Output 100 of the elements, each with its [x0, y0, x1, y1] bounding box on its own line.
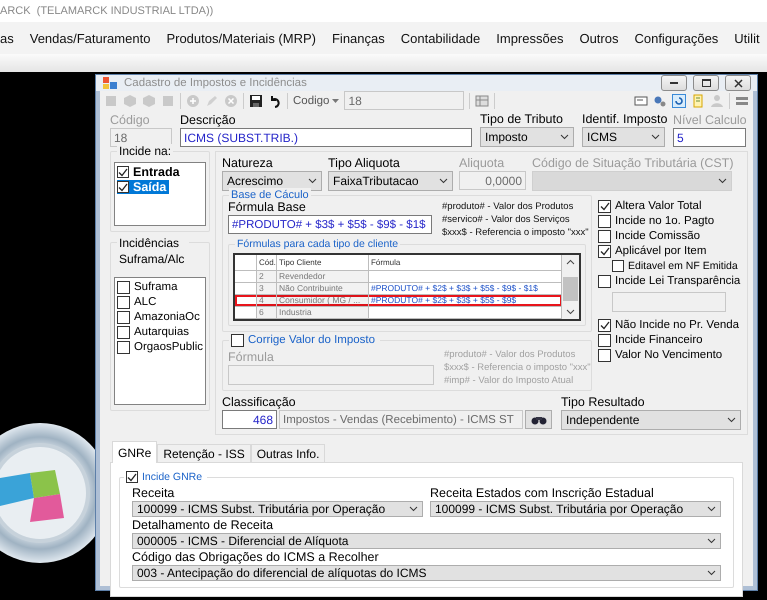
dropdown[interactable]: FaixaTributacao: [328, 171, 453, 191]
tab[interactable]: Outras Info.: [250, 444, 326, 463]
list-item[interactable]: AmazoniaOc: [117, 310, 203, 324]
checkbox-option[interactable]: Aplicável por Item: [598, 244, 710, 258]
tab[interactable]: Retenção - ISS: [157, 444, 251, 463]
window-title: ARCK (TELAMARCK INDUSTRIAL LTDA)): [0, 0, 767, 22]
window-icon[interactable]: [634, 94, 648, 108]
code-field[interactable]: 18: [344, 91, 464, 110]
checkbox[interactable]: [598, 334, 611, 346]
column-header[interactable]: Cód.: [257, 255, 277, 270]
grid-icon[interactable]: [475, 94, 490, 108]
checkbox[interactable]: [598, 348, 611, 362]
checkbox-option[interactable]: Incide Financeiro: [598, 333, 706, 347]
code-field[interactable]: 468: [222, 410, 277, 429]
formula-field[interactable]: #PRODUTO# + $3$ + $5$ - $9$ - $1$: [228, 215, 432, 234]
checkbox[interactable]: [126, 471, 138, 483]
caret-icon: [332, 98, 340, 102]
chevron-down-icon: [651, 134, 660, 140]
dropdown[interactable]: 000005 - ICMS - Diferencial de Alíquota: [132, 533, 721, 549]
checkbox[interactable]: [117, 326, 130, 338]
checkbox[interactable]: [117, 166, 129, 178]
checkbox[interactable]: [117, 296, 130, 308]
dropdown[interactable]: ICMS: [582, 127, 665, 147]
chevron-down-icon: [308, 178, 317, 184]
checkbox[interactable]: [598, 274, 611, 288]
checkbox-option[interactable]: Valor No Vencimento: [598, 348, 726, 362]
menu-item[interactable]: Outros: [579, 30, 618, 46]
checkbox[interactable]: [231, 334, 244, 346]
close-button[interactable]: [725, 75, 751, 91]
column-header[interactable]: Tipo Cliente: [277, 255, 369, 270]
checkbox[interactable]: [117, 181, 129, 193]
note-icon[interactable]: [691, 94, 705, 108]
checkbox-option[interactable]: Corrige Valor do Imposto: [231, 333, 378, 347]
list-item[interactable]: ALC: [117, 295, 160, 309]
field-label: Tipo de Tributo: [480, 112, 564, 126]
list-item[interactable]: Autarquias: [117, 325, 192, 339]
undo-icon[interactable]: [268, 94, 282, 108]
text-field[interactable]: Impostos - Vendas (Recebimento) - ICMS ST: [279, 410, 523, 429]
menu-item[interactable]: Configurações: [634, 30, 718, 46]
field-label: Nível Calculo: [673, 113, 746, 127]
field-label: Tipo Aliquota: [328, 156, 401, 170]
field-label: Fórmula Base: [228, 200, 307, 214]
hint-text: #servico# - Valor dos Serviços: [442, 213, 571, 226]
minimize-button[interactable]: [661, 75, 687, 91]
menu-item[interactable]: Impressões: [496, 30, 564, 46]
field-label: Natureza: [222, 156, 274, 170]
list-item[interactable]: Saída: [117, 180, 170, 194]
field-label: Identif. Imposto: [582, 112, 665, 126]
text-field[interactable]: 5: [673, 128, 746, 147]
field-label: Fórmula: [228, 350, 275, 364]
list-item[interactable]: OrgaosPublic: [117, 340, 206, 354]
checkbox-option[interactable]: Altera Valor Total: [598, 199, 705, 213]
table-cell: 3: [257, 282, 277, 294]
formula-field[interactable]: [228, 365, 434, 385]
menu-item[interactable]: Utilit: [734, 30, 760, 46]
chevron-down-icon: [727, 417, 736, 423]
field-label: Receita: [132, 486, 176, 500]
dropdown[interactable]: Independente: [561, 410, 741, 430]
menu-item[interactable]: Finanças: [332, 30, 385, 46]
table-row[interactable]: 6 Industria: [235, 306, 562, 320]
refresh-icon[interactable]: [672, 94, 686, 108]
tab[interactable]: GNRe: [112, 441, 158, 463]
menu-item[interactable]: as: [0, 30, 14, 46]
checkbox[interactable]: [117, 280, 130, 294]
code-dropdown[interactable]: Codigo: [293, 94, 340, 106]
dropdown[interactable]: 003 - Antecipação do diferencial de alíquotas do ICMS: [132, 565, 721, 581]
menu-item[interactable]: Vendas/Faturamento: [30, 30, 150, 46]
list-item[interactable]: Suframa: [117, 280, 180, 294]
table-row[interactable]: 3 Não Contribuinte #PRODUTO# + $2$ + $3$ + $5$ - $9$ - $1$: [235, 282, 562, 295]
checkbox[interactable]: [612, 260, 624, 272]
checkbox-option[interactable]: Incide Comissão: [598, 229, 704, 243]
table-row[interactable]: 4 Consumidor ( MG / ... #PRODUTO# + $2$ + $3$ + $5$ - $9$: [235, 294, 562, 307]
dropdown[interactable]: Imposto: [480, 127, 574, 147]
checkbox[interactable]: [598, 214, 611, 228]
checkbox[interactable]: [598, 200, 611, 212]
dropdown[interactable]: 100099 - ICMS Subst. Tributária por Operação: [132, 501, 423, 517]
checkbox-option[interactable]: Incide no 1o. Pagto: [598, 214, 718, 228]
text-field[interactable]: [612, 292, 726, 312]
checkbox-option[interactable]: Incide Lei Transparência: [598, 274, 744, 288]
save-icon[interactable]: [249, 94, 263, 108]
field-label: Aliquota: [459, 156, 506, 170]
checkbox[interactable]: [598, 244, 611, 258]
checkbox[interactable]: [598, 230, 611, 242]
checkbox-option[interactable]: Não Incide no Pr. Venda: [598, 318, 742, 332]
group-label: Base de Cáculo: [231, 188, 309, 202]
checkbox[interactable]: [598, 318, 611, 332]
maximize-button[interactable]: [693, 75, 719, 91]
text-field[interactable]: ICMS (SUBST.TRIB.): [180, 128, 472, 147]
menu-item[interactable]: Produtos/Materiais (MRP): [166, 30, 316, 46]
checkbox[interactable]: [117, 310, 130, 324]
menu-item[interactable]: Contabilidade: [400, 30, 480, 46]
table-row[interactable]: 2 Revendedor: [235, 270, 562, 283]
search-button[interactable]: [525, 410, 552, 429]
list-item[interactable]: Entrada: [117, 165, 183, 179]
dropdown[interactable]: 100099 - ICMS Subst. Tributária por Operação: [430, 501, 721, 517]
scrollbar[interactable]: [562, 255, 579, 319]
checkbox-option[interactable]: Incide GNRe: [126, 470, 206, 484]
checkbox[interactable]: [117, 340, 130, 354]
chevron-down-icon: [707, 570, 716, 576]
checkbox-option[interactable]: Editavel em NF Emitida: [598, 259, 741, 273]
